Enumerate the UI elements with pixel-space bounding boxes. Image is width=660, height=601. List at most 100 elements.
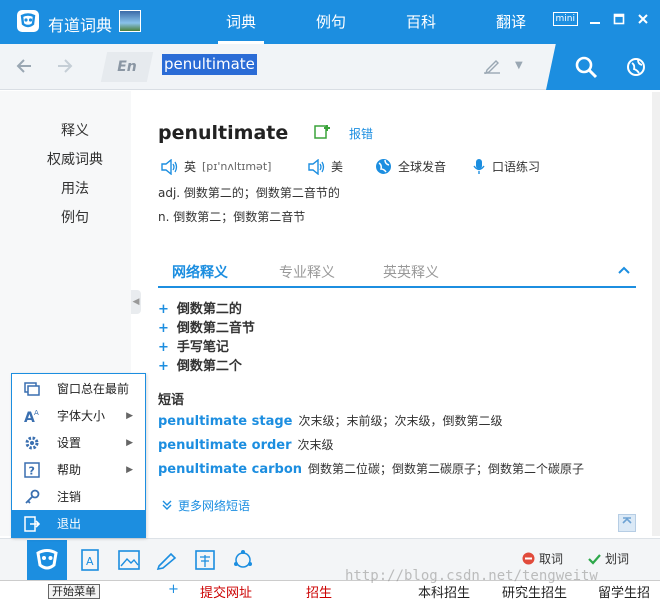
check-icon [588,553,601,565]
phrase-row: penultimate carbon 倒数第二位碳；倒数第二碳原子；倒数第二个碳原… [158,460,584,477]
tab-sentences[interactable]: 例句 [286,0,376,44]
language-label: En [117,59,137,75]
bg-fragment: 本科招生 [418,586,471,601]
network-item[interactable]: + 手写笔记 [158,336,229,355]
mini-mode-button[interactable]: mini [552,12,578,26]
key-icon [21,489,43,505]
menu-item-exit[interactable]: 退出 [12,510,145,537]
submenu-arrow-icon: ▶ [126,464,133,475]
uk-label: 英 [184,160,197,174]
expand-icon: + [158,359,169,374]
exit-icon [21,515,43,532]
bg-fragment: 研究生招生 [502,586,568,601]
minimize-icon[interactable] [588,12,602,26]
select-word-toggle[interactable]: 划词 [588,550,629,567]
speaker-icon [308,158,325,175]
chevron-up-icon[interactable] [618,264,630,278]
bg-fragment: 招生 [306,586,333,601]
fetch-word-toggle[interactable]: 取词 [522,550,563,567]
translate-icon[interactable] [190,545,220,575]
forward-arrow-icon[interactable] [55,56,75,81]
bg-fragment: 留学生招 [598,586,651,601]
global-pronunciation-link[interactable]: 全球发音 [375,158,446,175]
watermark: http://blog.csdn.net/tengweitw [345,568,598,584]
uk-ipa: [pɪ'nʌltɪmət] [202,160,272,173]
us-pronunciation[interactable]: 美 [307,158,343,175]
title-bar: 有道词典 词典 例句 百科 翻译 mini [0,0,660,44]
main-tabs: 词典 例句 百科 翻译 [196,0,556,44]
youdao-dictionary-window: 有道词典 词典 例句 百科 翻译 mini En penultimate ▼ 释… [0,0,660,601]
help-icon: ? [21,461,43,478]
menu-item-font-size[interactable]: AA 字体大小 ▶ [12,402,145,429]
sidenav-item-usage[interactable]: 用法 [0,178,150,198]
skin-thumbnail[interactable] [119,10,141,32]
phrase-link[interactable]: penultimate order [158,438,292,453]
menu-item-settings[interactable]: 设置 ▶ [12,429,145,456]
font-size-icon: AA [21,408,43,424]
network-item[interactable]: + 倒数第二音节 [158,317,255,336]
tab-english-definition[interactable]: 英英释义 [383,262,439,282]
us-label: 美 [331,160,344,174]
tab-professional-definition[interactable]: 专业释义 [279,262,335,282]
window-controls: mini [552,12,650,26]
globe-icon [627,58,645,76]
search-button[interactable] [560,44,612,90]
chevron-down-icon[interactable]: ▼ [515,60,523,71]
sidenav-item-examples[interactable]: 例句 [0,207,150,227]
speaker-icon [161,158,178,175]
phrase-link[interactable]: penultimate carbon [158,462,302,477]
no-entry-icon [522,552,535,565]
scroll-to-top-icon[interactable] [618,514,636,532]
bg-fragment: 提交网址 [200,586,253,601]
uk-pronunciation[interactable]: 英 [pɪ'nʌltɪmət] [160,158,271,175]
oral-practice-link[interactable]: 口语练习 [472,158,540,175]
svg-text:A: A [34,409,39,417]
image-translate-icon[interactable] [114,545,144,575]
sync-icon[interactable] [228,545,258,575]
tab-dictionary[interactable]: 词典 [196,0,286,44]
global-label: 全球发音 [398,160,447,174]
phrase-row: penultimate order 次末级 [158,436,334,453]
microphone-icon [473,159,485,174]
start-menu-popup: 窗口总在最前 AA 字体大小 ▶ 设置 ▶ ? 帮助 ▶ 注销 退出 [11,373,146,538]
svg-text:A: A [86,555,94,568]
youdao-logo-icon [36,549,58,570]
search-input[interactable]: penultimate [162,54,257,75]
menu-item-help[interactable]: ? 帮助 ▶ [12,456,145,483]
phrase-meaning: 倒数第二位碳；倒数第二碳原子；倒数第二个碳原子 [308,462,585,476]
menu-item-always-on-top[interactable]: 窗口总在最前 [12,375,145,402]
svg-text:?: ? [29,464,35,477]
start-menu-button[interactable] [27,540,67,580]
vertical-scrollbar[interactable] [652,92,660,536]
add-wordbook-icon[interactable] [314,124,330,144]
network-item[interactable]: + 倒数第二的 [158,298,242,317]
definition-n: n. 倒数第二；倒数第二音节 [158,210,306,224]
sidenav-item-authoritative[interactable]: 权威词典 [0,149,150,169]
phrases-heading: 短语 [158,393,185,408]
expand-icon: + [158,321,169,336]
more-phrases-link[interactable]: 更多网络短语 [162,497,250,514]
phrase-row: penultimate stage 次末级；末前级；次末级，倒数第二级 [158,412,503,429]
tab-network-definition[interactable]: 网络释义 [172,262,228,282]
phrase-link[interactable]: penultimate stage [158,414,292,429]
tab-encyclopedia[interactable]: 百科 [376,0,466,44]
collapse-sidenav-handle[interactable]: ◀ [131,290,141,314]
pencil-icon[interactable] [152,545,182,575]
window-icon [21,381,43,397]
sidenav-item-definition[interactable]: 释义 [0,120,150,140]
menu-item-logout[interactable]: 注销 [12,483,145,510]
back-arrow-icon[interactable] [14,56,34,81]
wordbook-icon[interactable]: A [75,545,105,575]
tab-translate[interactable]: 翻译 [466,0,556,44]
handwriting-icon[interactable] [482,58,502,80]
oral-label: 口语练习 [492,160,541,174]
globe-button[interactable] [612,44,660,90]
language-selector[interactable]: En [100,52,154,82]
close-icon[interactable] [636,12,650,26]
youdao-logo-icon [17,10,39,32]
report-error-link[interactable]: 报错 [349,125,373,142]
expand-icon: + [158,302,169,317]
maximize-icon[interactable] [612,12,626,26]
search-icon [575,56,598,79]
network-item[interactable]: + 倒数第二个 [158,355,242,374]
